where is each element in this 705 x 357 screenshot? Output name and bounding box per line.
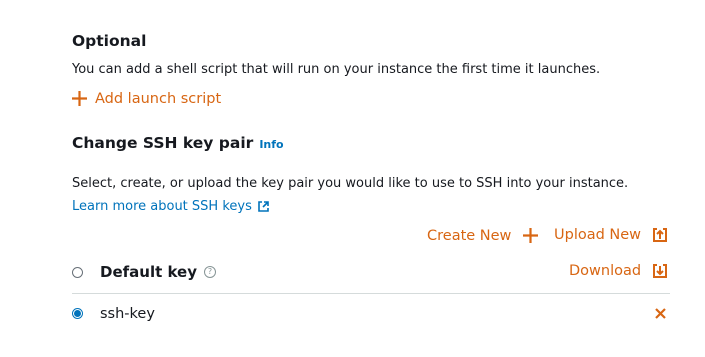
upload-new-label: Upload New (554, 227, 642, 243)
create-new-button[interactable]: Create New (427, 226, 540, 245)
ssh-key-radio[interactable] (72, 308, 83, 319)
optional-heading: Optional (72, 32, 147, 50)
download-label: Download (569, 263, 642, 279)
help-icon[interactable]: ? (204, 266, 217, 278)
optional-description: You can add a shell script that will run… (72, 62, 601, 77)
close-icon[interactable] (654, 307, 667, 320)
ssh-heading: Change SSH key pair (72, 134, 254, 152)
default-key-radio[interactable] (72, 267, 83, 278)
external-link-icon (258, 201, 269, 212)
plus-icon (72, 91, 87, 106)
upload-new-button[interactable]: Upload New (554, 226, 669, 244)
info-link[interactable]: Info (259, 138, 283, 151)
ssh-description: Select, create, or upload the key pair y… (72, 176, 629, 191)
create-new-label: Create New (427, 227, 512, 244)
add-launch-script-label: Add launch script (95, 90, 222, 107)
download-button[interactable]: Download (569, 262, 669, 280)
row-divider (72, 293, 670, 294)
upload-icon (653, 228, 668, 242)
learn-more-label: Learn more about SSH keys (72, 199, 252, 214)
learn-more-ssh-link[interactable]: Learn more about SSH keys (72, 199, 270, 214)
default-key-label-row: Default key ? (100, 263, 217, 281)
default-key-label: Default key (100, 263, 198, 281)
ssh-key-label: ssh-key (100, 306, 155, 322)
page: Optional You can add a shell script that… (0, 0, 705, 357)
plus-icon (523, 228, 539, 243)
add-launch-script-link[interactable]: Add launch script (70, 89, 221, 108)
ssh-heading-row: Change SSH key pair Info (72, 134, 284, 152)
download-icon (653, 264, 668, 278)
